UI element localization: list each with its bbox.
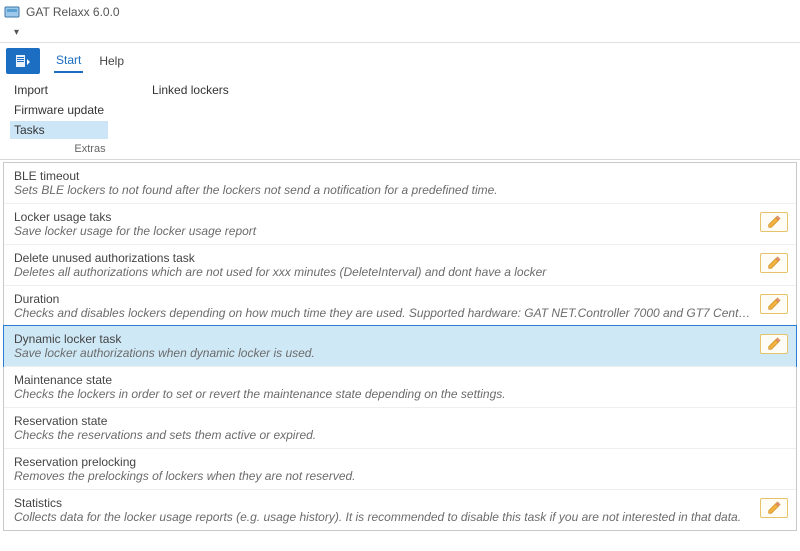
task-row[interactable]: Maintenance stateChecks the lockers in o… [4, 366, 796, 407]
task-title: Locker usage taks [14, 210, 752, 224]
ribbon-tabs: Start Help [6, 47, 794, 75]
task-row[interactable]: Reservation prelockingRemoves the preloc… [4, 448, 796, 489]
task-title: Reservation prelocking [14, 455, 788, 469]
task-text: Dynamic locker taskSave locker authoriza… [14, 332, 752, 360]
pencil-icon [767, 337, 781, 351]
task-description: Save locker authorizations when dynamic … [14, 346, 752, 360]
task-title: Statistics [14, 496, 752, 510]
task-title: Dynamic locker task [14, 332, 752, 346]
title-bar: GAT Relaxx 6.0.0 [0, 0, 800, 24]
task-title: Duration [14, 292, 752, 306]
task-description: Collects data for the locker usage repor… [14, 510, 752, 524]
ribbon-item-import[interactable]: Import [10, 81, 108, 99]
tasks-panel: BLE timeoutSets BLE lockers to not found… [3, 162, 797, 531]
ribbon-group-label: Extras [10, 141, 170, 159]
ribbon-item-firmware-update[interactable]: Firmware update [10, 101, 108, 119]
edit-button[interactable] [760, 253, 788, 273]
task-title: BLE timeout [14, 169, 788, 183]
task-description: Removes the prelockings of lockers when … [14, 469, 788, 483]
pencil-icon [767, 256, 781, 270]
task-text: Maintenance stateChecks the lockers in o… [14, 373, 788, 401]
task-title: Reservation state [14, 414, 788, 428]
task-description: Deletes all authorizations which are not… [14, 265, 752, 279]
task-text: Reservation prelockingRemoves the preloc… [14, 455, 788, 483]
quick-access-toolbar[interactable]: ▾ [0, 24, 800, 42]
edit-button[interactable] [760, 212, 788, 232]
tab-start[interactable]: Start [54, 49, 83, 73]
task-text: DurationChecks and disables lockers depe… [14, 292, 752, 320]
app-icon [4, 4, 20, 20]
ribbon-group-extras-col1: Import Firmware update Tasks [10, 81, 108, 139]
task-row[interactable]: BLE timeoutSets BLE lockers to not found… [4, 163, 796, 203]
task-text: BLE timeoutSets BLE lockers to not found… [14, 169, 788, 197]
task-row[interactable]: Reservation stateChecks the reservations… [4, 407, 796, 448]
file-button[interactable] [6, 48, 40, 74]
ribbon-item-linked-lockers[interactable]: Linked lockers [148, 81, 233, 99]
app-title: GAT Relaxx 6.0.0 [26, 5, 120, 19]
pencil-icon [767, 501, 781, 515]
task-text: Delete unused authorizations taskDeletes… [14, 251, 752, 279]
task-title: Delete unused authorizations task [14, 251, 752, 265]
task-description: Checks and disables lockers depending on… [14, 306, 752, 320]
pencil-icon [767, 297, 781, 311]
task-row[interactable]: Locker usage taksSave locker usage for t… [4, 203, 796, 244]
edit-button[interactable] [760, 294, 788, 314]
ribbon-group-extras-col2: Linked lockers [148, 81, 233, 139]
task-description: Checks the reservations and sets them ac… [14, 428, 788, 442]
pencil-icon [767, 215, 781, 229]
ribbon-groups: Import Firmware update Tasks Linked locker… [6, 75, 794, 141]
task-description: Checks the lockers in order to set or re… [14, 387, 788, 401]
qat-dropdown-icon[interactable]: ▾ [14, 27, 19, 38]
task-title: Maintenance state [14, 373, 788, 387]
tab-help[interactable]: Help [97, 50, 126, 72]
edit-button[interactable] [760, 334, 788, 354]
task-description: Save locker usage for the locker usage r… [14, 224, 752, 238]
task-row[interactable]: Dynamic locker taskSave locker authoriza… [3, 325, 797, 367]
task-row[interactable]: StatisticsCollects data for the locker u… [4, 489, 796, 530]
task-row[interactable]: Delete unused authorizations taskDeletes… [4, 244, 796, 285]
ribbon: Start Help Import Firmware update Tasks Li… [0, 42, 800, 160]
task-text: Locker usage taksSave locker usage for t… [14, 210, 752, 238]
task-text: Reservation stateChecks the reservations… [14, 414, 788, 442]
edit-button[interactable] [760, 498, 788, 518]
task-text: StatisticsCollects data for the locker u… [14, 496, 752, 524]
task-description: Sets BLE lockers to not found after the … [14, 183, 788, 197]
ribbon-item-tasks[interactable]: Tasks [10, 121, 108, 139]
task-row[interactable]: DurationChecks and disables lockers depe… [4, 285, 796, 326]
